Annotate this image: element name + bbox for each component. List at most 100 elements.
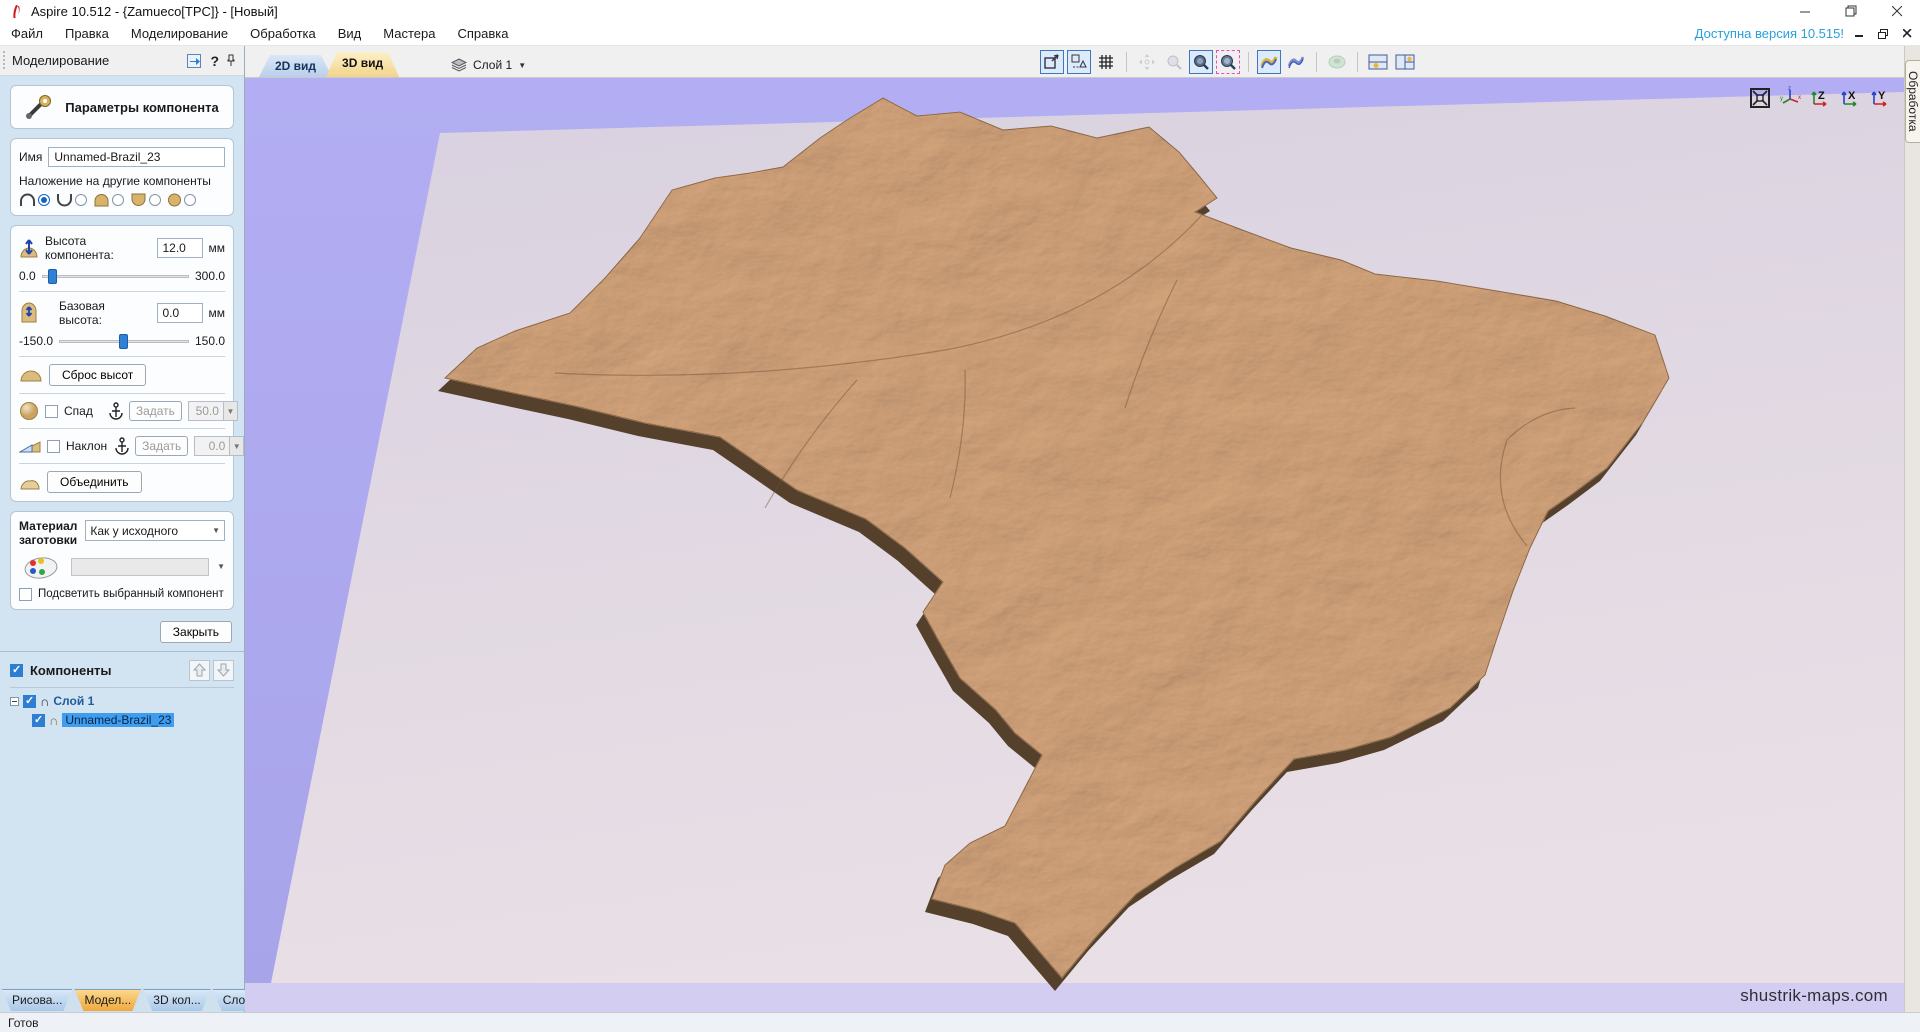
move-component-down-button[interactable]: [213, 659, 234, 681]
menu-view[interactable]: Вид: [327, 23, 373, 44]
close-button[interactable]: Закрыть: [159, 620, 232, 643]
pan-view-icon[interactable]: [1135, 50, 1159, 74]
update-version-link[interactable]: Доступна версия 10.515!: [1695, 26, 1844, 41]
panel-switch-icon[interactable]: [187, 53, 203, 68]
layer-name[interactable]: Слой 1: [53, 694, 94, 708]
shape-parameters-box: Высота компонента: 12.0 мм 0.0 300.0 Баз…: [10, 225, 255, 502]
bake-component-button[interactable]: Объединить: [47, 471, 142, 493]
z-axis-view-icon[interactable]: Z: [1808, 86, 1832, 110]
base-height-slider[interactable]: [59, 333, 189, 349]
fade-set-button[interactable]: Задать: [128, 401, 182, 421]
component-name-input[interactable]: Unnamed-Brazil_23: [48, 147, 225, 167]
mdi-close-button[interactable]: [1898, 26, 1916, 42]
menu-file[interactable]: Файл: [0, 23, 54, 44]
menu-toolpaths[interactable]: Обработка: [239, 23, 327, 44]
layer-tree-row[interactable]: ∩ Слой 1: [10, 692, 234, 711]
menu-modeling[interactable]: Моделирование: [120, 23, 239, 44]
fade-anchor-icon[interactable]: [109, 402, 123, 420]
combine-merge-low-radio[interactable]: [149, 194, 161, 206]
panel-title: Параметры компонента: [65, 99, 219, 115]
combine-add-radio[interactable]: [38, 194, 50, 206]
zoom-tool-icon[interactable]: [1162, 50, 1186, 74]
panel-header-title: Моделирование: [12, 53, 110, 68]
tilt-checkbox[interactable]: [47, 439, 60, 453]
toggle-grid-icon[interactable]: [1094, 50, 1118, 74]
tab-clipart[interactable]: 3D кол...: [143, 989, 210, 1011]
mdi-restore-button[interactable]: [1874, 26, 1892, 42]
material-select[interactable]: Как у исходного ▼: [85, 520, 225, 541]
base-height-icon: [19, 302, 39, 324]
component-height-input[interactable]: 12.0: [156, 238, 203, 258]
component-name[interactable]: Unnamed-Brazil_23: [62, 713, 175, 728]
combine-multiply-radio[interactable]: [184, 194, 196, 206]
tab-drawing[interactable]: Рисова...: [2, 989, 72, 1011]
tilt-value-spinner[interactable]: 0.0 ▼: [194, 436, 245, 456]
reset-heights-button[interactable]: Сброс высот: [49, 364, 147, 386]
tab-3d-view[interactable]: 3D вид: [326, 52, 399, 77]
menu-gadgets[interactable]: Мастера: [372, 23, 446, 44]
highlight-component-checkbox[interactable]: [19, 587, 32, 601]
active-layer-selector[interactable]: Слой 1: [473, 58, 512, 72]
x-axis-view-icon[interactable]: X: [1838, 86, 1862, 110]
components-visibility-checkbox[interactable]: [10, 663, 23, 677]
zoom-window-icon[interactable]: [1189, 50, 1213, 74]
bake-icon: [19, 473, 41, 491]
tilt-anchor-icon[interactable]: [115, 437, 129, 455]
component-checkbox[interactable]: [32, 713, 45, 727]
menu-edit[interactable]: Правка: [54, 23, 120, 44]
zoom-selected-icon[interactable]: [1216, 50, 1240, 74]
tilt-set-button[interactable]: Задать: [135, 436, 189, 456]
component-outlines-icon[interactable]: [1284, 50, 1308, 74]
base-height-input[interactable]: 0.0: [156, 303, 203, 323]
tab-2d-view[interactable]: 2D вид: [259, 55, 332, 77]
fade-checkbox[interactable]: [45, 404, 58, 418]
color-select-arrow-icon[interactable]: ▼: [217, 562, 225, 571]
tab-toolpaths-flyout[interactable]: Обработка: [1905, 60, 1920, 143]
wrench-icon: [25, 94, 55, 120]
tab-modeling[interactable]: Модел...: [74, 989, 141, 1011]
y-axis-view-icon[interactable]: Y: [1868, 86, 1892, 110]
layer-expander-icon[interactable]: [10, 696, 19, 706]
combine-subtract-radio[interactable]: [75, 194, 87, 206]
viewport-3d[interactable]: z x y Z X Y shustrik-maps.com: [245, 78, 1904, 1012]
view-toolbar: 2D вид 3D вид Слой 1 ▼: [245, 46, 1904, 78]
tilt-spinner-drop-icon[interactable]: ▼: [229, 437, 244, 455]
component-height-icon: [19, 237, 39, 259]
iso-view-icon[interactable]: z x y: [1778, 86, 1802, 110]
component-shape-icon: ∩: [49, 712, 59, 728]
preview-model-icon[interactable]: [1325, 50, 1349, 74]
fit-view-icon[interactable]: [1748, 86, 1772, 110]
component-tree-row[interactable]: ∩ Unnamed-Brazil_23: [32, 711, 234, 730]
window-restore-button[interactable]: [1828, 0, 1874, 22]
zoom-extents-icon[interactable]: [1040, 50, 1064, 74]
svg-text:x: x: [1798, 95, 1801, 101]
component-height-unit: мм: [208, 241, 226, 255]
zoom-to-drawing-icon[interactable]: [1067, 50, 1091, 74]
viewport-canvas[interactable]: [245, 78, 1904, 1012]
base-slider-min: -150.0: [19, 334, 54, 348]
window-title: Aspire 10.512 - {Zamueco[TPC]} - [Новый]: [31, 3, 278, 19]
window-minimize-button[interactable]: [1782, 0, 1828, 22]
layout-2d3d-icon[interactable]: [1366, 50, 1390, 74]
panel-help-icon[interactable]: ?: [210, 53, 219, 69]
menu-help[interactable]: Справка: [446, 23, 519, 44]
palette-icon[interactable]: [19, 554, 63, 580]
layout-multi-icon[interactable]: [1393, 50, 1417, 74]
combine-merge-high-radio[interactable]: [112, 194, 124, 206]
shaded-components-icon[interactable]: [1257, 50, 1281, 74]
fade-value-spinner[interactable]: 50.0 ▼: [187, 401, 238, 421]
component-color-select[interactable]: [71, 557, 210, 576]
component-height-slider[interactable]: [41, 268, 189, 284]
panel-pin-icon[interactable]: [226, 54, 236, 67]
name-label: Имя: [19, 150, 43, 164]
mdi-minimize-button[interactable]: [1850, 26, 1868, 42]
right-dock-bar: Обработка: [1904, 46, 1920, 1012]
fade-icon: [19, 401, 39, 421]
layer-selector-arrow-icon[interactable]: ▼: [518, 61, 526, 70]
fade-spinner-drop-icon[interactable]: ▼: [222, 402, 237, 420]
combine-merge-low-icon: [130, 193, 147, 207]
panel-drag-grip[interactable]: [2, 50, 6, 71]
layer-checkbox[interactable]: [23, 694, 36, 708]
move-component-up-button[interactable]: [189, 659, 210, 681]
window-close-button[interactable]: [1874, 0, 1920, 22]
